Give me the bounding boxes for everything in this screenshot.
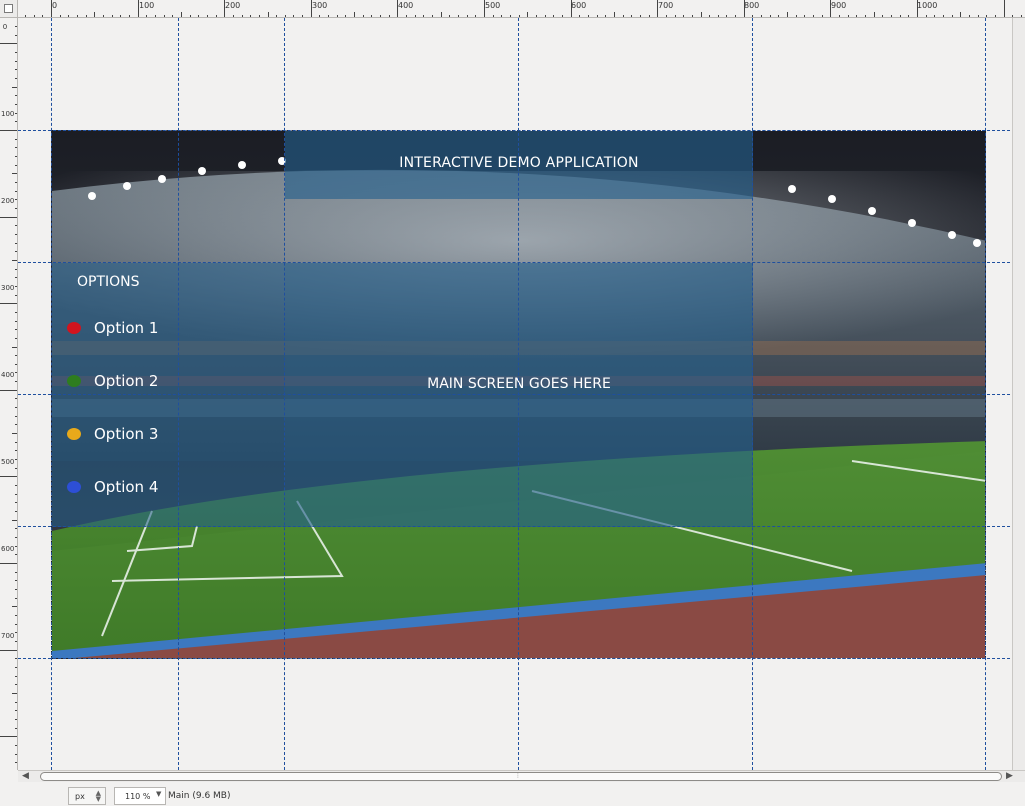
vruler-label-400: 400 bbox=[1, 371, 15, 379]
vertical-ruler[interactable]: 0 100 200 300 400 500 600 700 bbox=[0, 18, 18, 770]
vertical-scrollbar[interactable] bbox=[1012, 18, 1025, 770]
ruler-label-0: 0 bbox=[52, 1, 58, 10]
option-1[interactable]: Option 1 bbox=[67, 319, 158, 337]
ruler-label-900: 900 bbox=[831, 1, 847, 10]
horizontal-scrollbar[interactable]: ◀ ⋮ ▶ bbox=[18, 770, 1025, 782]
vruler-label-200: 200 bbox=[1, 197, 15, 205]
option-2-label: Option 2 bbox=[94, 372, 159, 390]
options-heading: OPTIONS bbox=[77, 274, 140, 290]
canvas-area[interactable]: INTERACTIVE DEMO APPLICATION MAIN SCREEN… bbox=[18, 18, 1020, 770]
yellow-dot-icon bbox=[67, 428, 81, 440]
vertical-ruler-ticks bbox=[0, 26, 17, 763]
ruler-label-400: 400 bbox=[398, 1, 414, 10]
option-3-label: Option 3 bbox=[94, 425, 159, 443]
quick-mask-toggle-icon[interactable] bbox=[4, 4, 13, 13]
blue-dot-icon bbox=[67, 481, 81, 493]
horizontal-guide[interactable] bbox=[18, 262, 1020, 263]
scroll-right-icon[interactable]: ▶ bbox=[1006, 771, 1013, 781]
green-dot-icon bbox=[67, 375, 81, 387]
ruler-label-1000: 1000 bbox=[917, 1, 938, 10]
scrollbar-track[interactable] bbox=[40, 772, 1002, 781]
spin-arrows-icon: ▲ ▼ bbox=[95, 789, 101, 803]
horizontal-ruler[interactable]: 0 100 200 300 400 500 600 700 800 900 10… bbox=[18, 0, 1025, 18]
vruler-label-0: 0 bbox=[2, 23, 8, 31]
unit-value: px bbox=[75, 792, 85, 801]
main-screen-panel bbox=[285, 263, 753, 527]
app-title: INTERACTIVE DEMO APPLICATION bbox=[399, 155, 639, 171]
scroll-grip-icon: ⋮ bbox=[515, 772, 521, 779]
vruler-label-500: 500 bbox=[1, 458, 15, 466]
vruler-label-300: 300 bbox=[1, 284, 15, 292]
option-3[interactable]: Option 3 bbox=[67, 425, 158, 443]
ruler-label-800: 800 bbox=[744, 1, 760, 10]
main-screen-label: MAIN SCREEN GOES HERE bbox=[427, 376, 611, 392]
option-1-label: Option 1 bbox=[94, 319, 159, 337]
unit-selector[interactable]: px ▲ ▼ bbox=[68, 787, 106, 805]
status-bar: px ▲ ▼ 110 % ▼ Main (9.6 MB) bbox=[0, 782, 1025, 806]
scroll-left-icon[interactable]: ◀ bbox=[22, 771, 29, 781]
zoom-dropdown-icon[interactable]: ▼ bbox=[156, 790, 161, 798]
ruler-label-200: 200 bbox=[225, 1, 241, 10]
vruler-label-700: 700 bbox=[1, 632, 15, 640]
ruler-label-700: 700 bbox=[658, 1, 674, 10]
ruler-label-300: 300 bbox=[312, 1, 328, 10]
vruler-label-100: 100 bbox=[1, 110, 15, 118]
horizontal-guide[interactable] bbox=[18, 526, 1020, 527]
option-2[interactable]: Option 2 bbox=[67, 372, 158, 390]
red-dot-icon bbox=[67, 322, 81, 334]
image-editor-window: 0 100 200 300 400 500 600 700 800 900 10… bbox=[0, 0, 1025, 806]
horizontal-guide[interactable] bbox=[18, 394, 1020, 395]
ruler-corner[interactable] bbox=[0, 0, 18, 18]
option-4[interactable]: Option 4 bbox=[67, 478, 158, 496]
option-4-label: Option 4 bbox=[94, 478, 159, 496]
horizontal-guide[interactable] bbox=[18, 130, 1020, 131]
horizontal-guide[interactable] bbox=[18, 658, 1020, 659]
ruler-label-500: 500 bbox=[485, 1, 501, 10]
horizontal-ruler-ticks bbox=[25, 0, 1022, 17]
zoom-value: 110 % bbox=[125, 792, 151, 801]
ruler-label-100: 100 bbox=[139, 1, 155, 10]
ruler-label-600: 600 bbox=[571, 1, 587, 10]
layer-info: Main (9.6 MB) bbox=[168, 791, 231, 801]
vruler-label-600: 600 bbox=[1, 545, 15, 553]
